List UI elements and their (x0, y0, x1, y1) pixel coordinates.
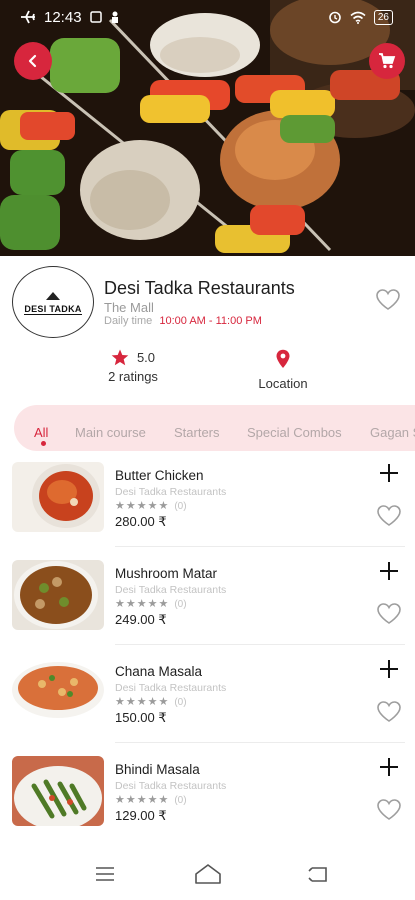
plus-icon (380, 660, 398, 678)
item-rating-stars: ★★★★★ (0) (115, 794, 187, 806)
favorite-item-button[interactable] (376, 602, 402, 631)
logo-emblem-icon (46, 291, 60, 300)
back-nav-button[interactable] (303, 862, 331, 886)
favorite-item-button[interactable] (376, 504, 402, 533)
favorite-restaurant-button[interactable] (375, 288, 401, 317)
battery-indicator: 26 (373, 9, 393, 25)
tab-all[interactable]: All (34, 425, 48, 440)
airplane-icon (21, 10, 35, 24)
item-restaurant: Desi Tadka Restaurants (115, 584, 227, 596)
menu-item[interactable]: Bhindi Masala Desi Tadka Restaurants ★★★… (0, 756, 415, 846)
status-bar: 12:43 26 (0, 0, 415, 34)
heart-outline-icon (377, 701, 401, 722)
plus-icon (380, 562, 398, 580)
item-rating-stars: ★★★★★ (0) (115, 696, 187, 708)
item-rating-count: (0) (174, 697, 187, 708)
cart-icon (379, 53, 396, 69)
cart-button[interactable] (369, 43, 405, 79)
back-arrow-icon (28, 54, 37, 68)
opening-hours: Daily time 10:00 AM - 11:00 PM (104, 315, 262, 327)
item-rating-count: (0) (174, 795, 187, 806)
item-rating-stars: ★★★★★ (0) (115, 598, 187, 610)
back-button[interactable] (14, 42, 52, 80)
location-label: Location (258, 376, 308, 391)
menu-item[interactable]: Butter Chicken Desi Tadka Restaurants ★★… (0, 462, 415, 552)
time-value: 10:00 AM - 11:00 PM (159, 315, 262, 327)
tab-main-course[interactable]: Main course (75, 425, 146, 440)
ratings-count: 2 ratings (108, 369, 158, 384)
menu-item[interactable]: Mushroom Matar Desi Tadka Restaurants ★★… (0, 560, 415, 650)
add-item-button[interactable] (378, 756, 400, 778)
heart-outline-icon (377, 505, 401, 526)
tab-starters[interactable]: Starters (174, 425, 220, 440)
home-button[interactable] (194, 862, 222, 886)
tab-special-combos[interactable]: Special Combos (247, 425, 342, 440)
category-tabs: All Main course Starters Special Combos … (14, 405, 415, 451)
restaurant-logo: DESI TADKA (12, 266, 94, 338)
home-icon (195, 864, 221, 884)
plus-icon (380, 758, 398, 776)
add-item-button[interactable] (378, 560, 400, 582)
item-price: 129.00 ₹ (115, 808, 167, 823)
favorite-item-button[interactable] (376, 700, 402, 729)
item-restaurant: Desi Tadka Restaurants (115, 486, 227, 498)
item-price: 150.00 ₹ (115, 710, 167, 725)
item-restaurant: Desi Tadka Restaurants (115, 780, 227, 792)
item-price: 249.00 ₹ (115, 612, 167, 627)
item-rating-stars: ★★★★★ (0) (115, 500, 187, 512)
menu-button[interactable] (91, 862, 119, 886)
item-name: Mushroom Matar (115, 566, 218, 581)
item-divider (115, 546, 405, 547)
star-icon (111, 349, 129, 366)
favorite-item-button[interactable] (376, 798, 402, 827)
alarm-icon (329, 11, 341, 24)
item-restaurant: Desi Tadka Restaurants (115, 682, 227, 694)
return-icon (308, 867, 327, 882)
add-item-button[interactable] (378, 658, 400, 680)
menu-item[interactable]: Chana Masala Desi Tadka Restaurants ★★★★… (0, 658, 415, 748)
location-button[interactable]: Location (246, 349, 320, 391)
food-skewers-photo (0, 0, 415, 256)
heart-outline-icon (377, 603, 401, 624)
restaurant-location: The Mall (104, 300, 154, 315)
logo-text: DESI TADKA (24, 303, 82, 315)
item-image-bhindi-masala (12, 756, 104, 826)
wifi-icon (350, 11, 366, 24)
rating-stat: 5.0 2 ratings (100, 349, 166, 384)
plus-icon (380, 464, 398, 482)
gallery-icon (89, 11, 102, 23)
item-name: Bhindi Masala (115, 762, 200, 777)
menu-icon (96, 867, 114, 881)
hero-image (0, 0, 415, 256)
time-label: Daily time (104, 315, 153, 327)
item-image-butter-chicken (12, 462, 104, 532)
rating-value: 5.0 (136, 350, 156, 365)
add-item-button[interactable] (378, 462, 400, 484)
location-pin-icon (276, 349, 290, 368)
item-image-chana-masala (12, 658, 104, 728)
item-divider (115, 644, 405, 645)
restaurant-name: Desi Tadka Restaurants (104, 278, 295, 298)
person-icon (111, 11, 118, 23)
item-rating-count: (0) (174, 599, 187, 610)
active-tab-indicator (41, 441, 46, 446)
item-name: Butter Chicken (115, 468, 204, 483)
heart-outline-icon (377, 799, 401, 820)
heart-outline-icon (376, 289, 400, 310)
system-nav-bar (0, 850, 415, 900)
tab-gagan-sp[interactable]: Gagan Sp (370, 425, 415, 440)
item-divider (115, 742, 405, 743)
status-time: 12:43 (44, 8, 82, 26)
item-price: 280.00 ₹ (115, 514, 167, 529)
item-name: Chana Masala (115, 664, 203, 679)
item-rating-count: (0) (174, 501, 187, 512)
item-image-mushroom-matar (12, 560, 104, 630)
